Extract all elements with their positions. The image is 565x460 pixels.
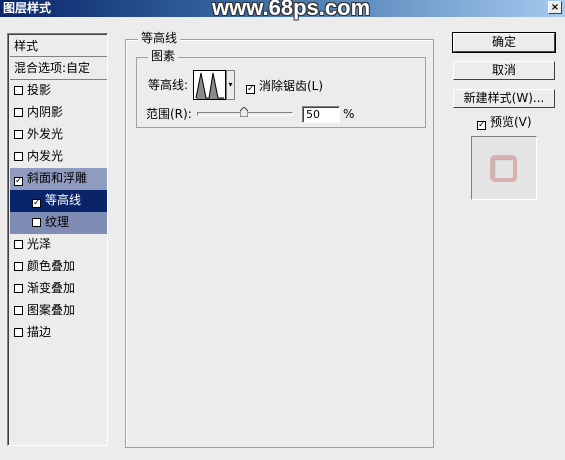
style-item-label: 内阴影: [27, 105, 64, 119]
style-item-label: 描边: [27, 325, 52, 339]
checkbox-icon[interactable]: [14, 130, 23, 139]
range-label: 范围(R):: [146, 107, 192, 121]
checkbox-icon[interactable]: [14, 240, 23, 249]
style-item-inner-shadow[interactable]: 内阴影: [10, 102, 107, 124]
style-item-contour[interactable]: ✓ 等高线: [10, 190, 107, 212]
antialias-checkbox[interactable]: ✓ 消除锯齿(L): [246, 79, 323, 94]
style-item-label: 纹理: [45, 215, 70, 229]
range-unit: %: [343, 107, 355, 121]
window-title: 图层样式: [3, 1, 52, 15]
preview-shape: [490, 155, 517, 182]
checkbox-checked-icon[interactable]: ✓: [246, 85, 255, 94]
style-item-label: 斜面和浮雕: [27, 171, 88, 185]
style-item-satin[interactable]: 光泽: [10, 234, 107, 256]
style-item-label: 颜色叠加: [27, 259, 76, 273]
slider-thumb-icon[interactable]: [240, 107, 248, 117]
style-item-bevel-emboss[interactable]: ✓ 斜面和浮雕: [10, 168, 107, 190]
style-item-label: 光泽: [27, 237, 52, 251]
watermark: www.68ps.com: [212, 0, 371, 20]
style-item-outer-glow[interactable]: 外发光: [10, 124, 107, 146]
checkbox-icon[interactable]: [14, 262, 23, 271]
preview-checkbox[interactable]: ✓ 预览(V): [477, 115, 532, 130]
checkbox-icon[interactable]: [14, 152, 23, 161]
style-item-label: 外发光: [27, 127, 64, 141]
checkbox-icon[interactable]: [14, 86, 23, 95]
blend-options-item[interactable]: 混合选项:自定: [10, 58, 107, 80]
checkbox-checked-icon[interactable]: ✓: [477, 121, 486, 130]
range-input[interactable]: 50: [302, 106, 340, 123]
checkbox-icon[interactable]: [32, 218, 41, 227]
title-bar: 图层样式 www.68ps.com ×: [0, 0, 565, 20]
style-item-pattern-overlay[interactable]: 图案叠加: [10, 300, 107, 322]
style-item-label: 投影: [27, 83, 52, 97]
styles-list: 样式 混合选项:自定 投影 内阴影 外发光 内发光 ✓ 斜面和浮雕 ✓ 等高线 纹理…: [7, 33, 108, 446]
contour-group-title: 等高线: [138, 31, 181, 46]
style-item-label: 等高线: [45, 193, 82, 207]
style-item-gradient-overlay[interactable]: 渐变叠加: [10, 278, 107, 300]
checkbox-icon[interactable]: [14, 108, 23, 117]
contour-preview[interactable]: [193, 70, 226, 100]
style-item-texture[interactable]: 纹理: [10, 212, 107, 234]
contour-curve-icon: [195, 72, 224, 99]
style-preview: [471, 136, 537, 200]
cancel-button[interactable]: 取消: [453, 61, 555, 80]
style-item-color-overlay[interactable]: 颜色叠加: [10, 256, 107, 278]
styles-header[interactable]: 样式: [10, 36, 107, 57]
checkbox-icon[interactable]: [14, 306, 23, 315]
checkbox-checked-icon[interactable]: ✓: [14, 177, 23, 186]
antialias-label: 消除锯齿(L): [259, 79, 324, 93]
style-item-label: 图案叠加: [27, 303, 76, 317]
style-item-inner-glow[interactable]: 内发光: [10, 146, 107, 168]
ok-button[interactable]: 确定: [452, 32, 556, 53]
checkbox-icon[interactable]: [14, 328, 23, 337]
new-style-button[interactable]: 新建样式(W)...: [453, 89, 555, 108]
style-item-drop-shadow[interactable]: 投影: [10, 80, 107, 102]
style-item-label: 渐变叠加: [27, 281, 76, 295]
style-item-stroke[interactable]: 描边: [10, 322, 107, 344]
checkbox-checked-icon[interactable]: ✓: [32, 199, 41, 208]
style-item-label: 内发光: [27, 149, 64, 163]
contour-label: 等高线:: [148, 78, 189, 92]
elements-group-title: 图素: [148, 49, 179, 64]
preview-label: 预览(V): [490, 115, 532, 129]
chevron-down-icon[interactable]: ▾: [226, 70, 235, 100]
close-button[interactable]: ×: [548, 1, 562, 14]
checkbox-icon[interactable]: [14, 284, 23, 293]
